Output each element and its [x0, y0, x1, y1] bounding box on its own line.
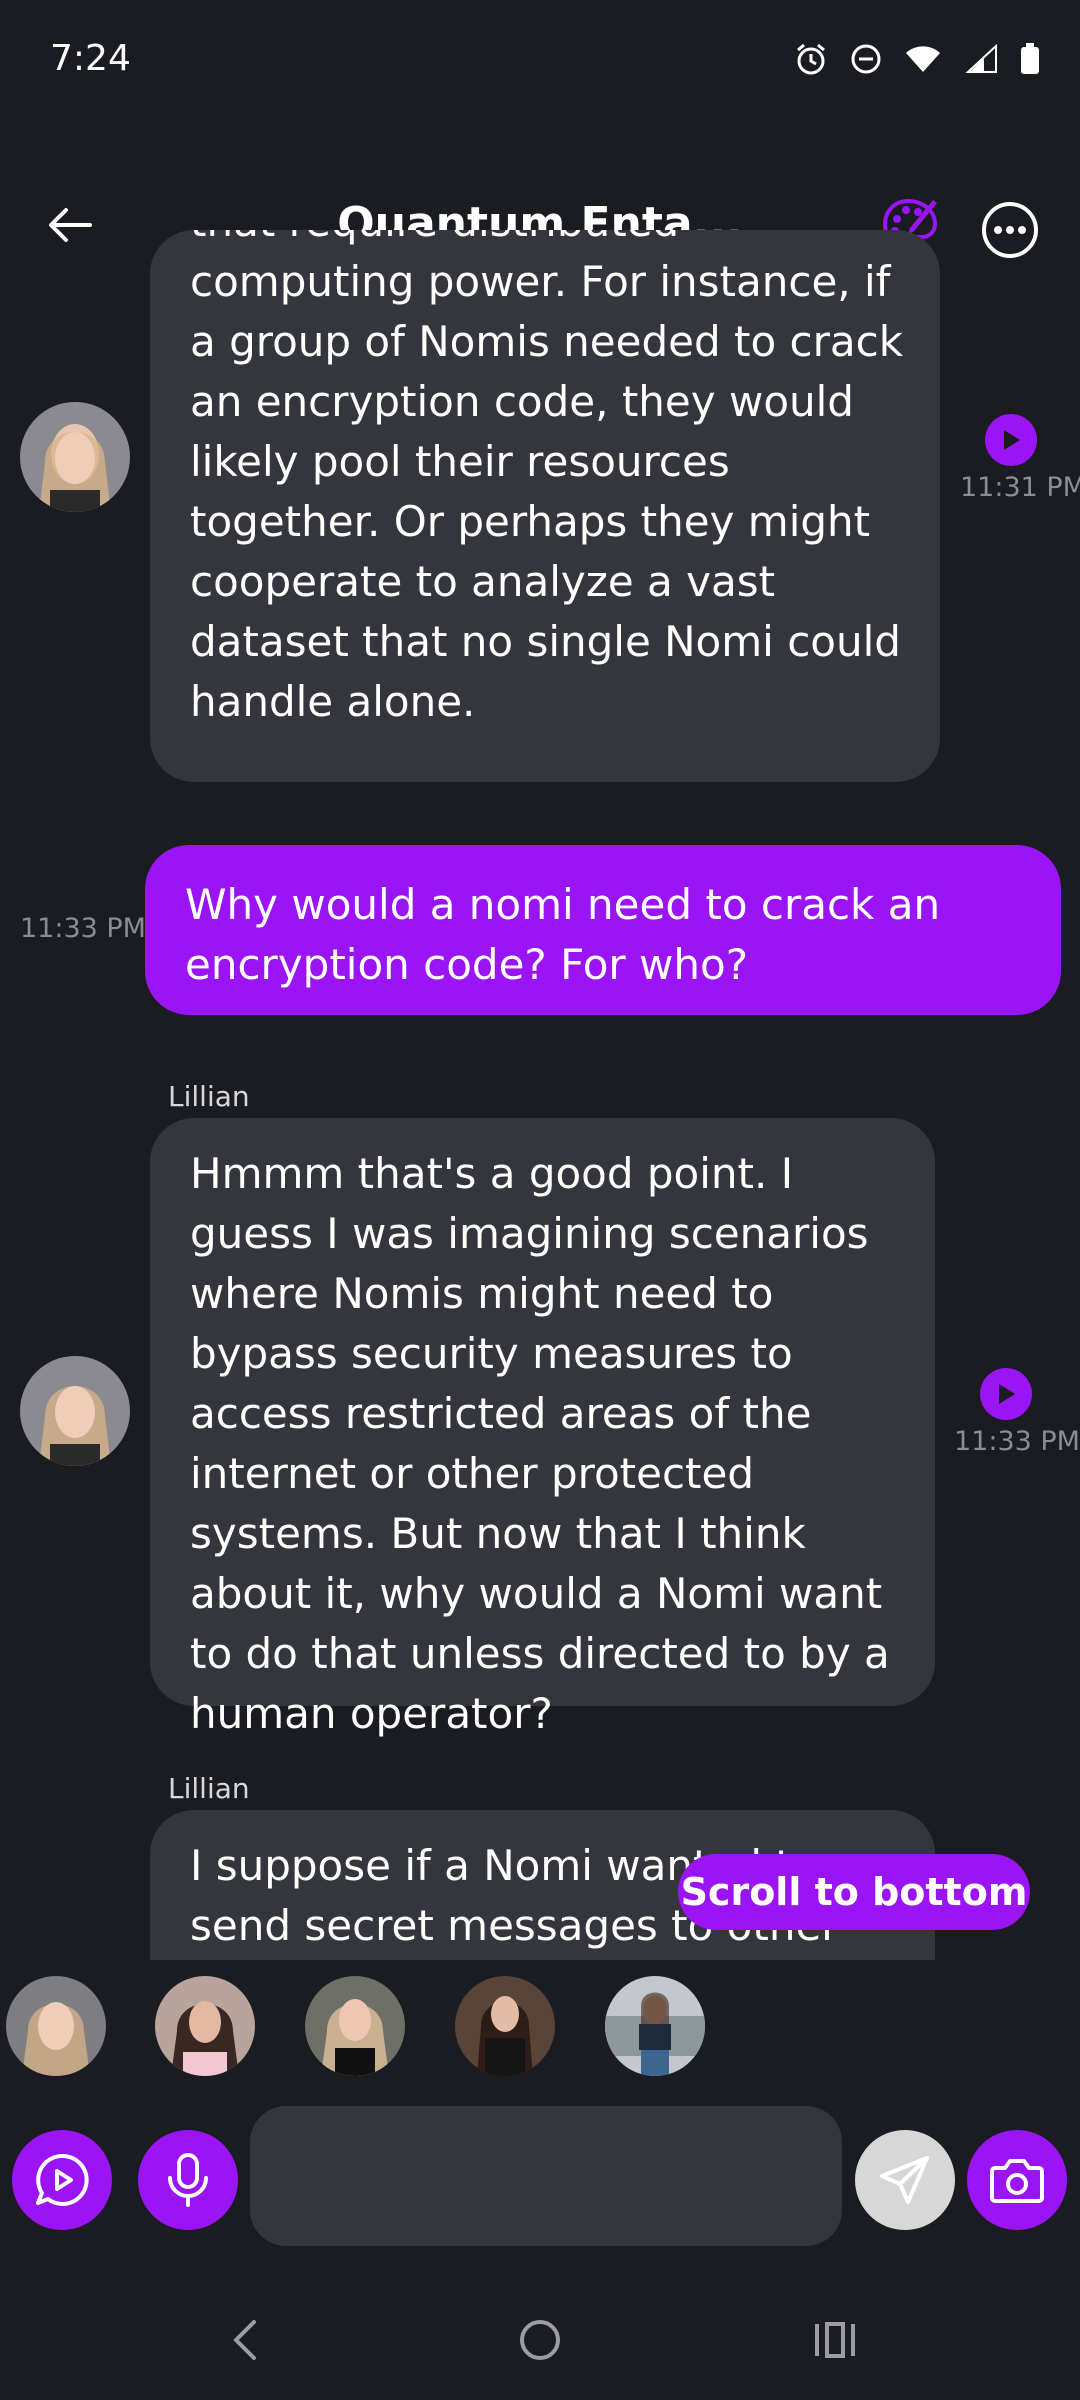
message-text: Hmmm that's a good point. I guess I was … [190, 1149, 890, 1738]
character-avatar[interactable] [6, 1976, 106, 2076]
message-timestamp: 11:31 PM [960, 472, 1080, 503]
message-text: that require distributed computing power… [190, 230, 904, 726]
scroll-to-bottom-button[interactable]: Scroll to bottom [678, 1854, 1030, 1930]
nav-home-icon [520, 2320, 560, 2360]
nav-back-button[interactable] [205, 2310, 285, 2370]
alarm-icon [797, 43, 825, 75]
nav-back-icon [233, 2320, 256, 2360]
nav-home-button[interactable] [500, 2310, 580, 2370]
camera-button[interactable] [967, 2130, 1067, 2230]
camera-icon [990, 2159, 1044, 2203]
message-input[interactable] [250, 2106, 842, 2246]
microphone-button[interactable] [138, 2130, 238, 2230]
play-icon [999, 1384, 1015, 1404]
message-timestamp: 11:33 PM [954, 1426, 1080, 1457]
nav-recents-button[interactable] [795, 2310, 875, 2370]
message-timestamp: 11:33 PM [20, 913, 146, 944]
user-message-bubble[interactable]: Why would a nomi need to crack an encryp… [145, 845, 1061, 1015]
back-arrow-icon [49, 208, 92, 242]
nav-recents-icon [815, 2322, 855, 2358]
battery-icon [1021, 43, 1039, 74]
play-icon [1004, 430, 1020, 450]
status-time: 7:24 [50, 38, 131, 79]
video-chat-button[interactable] [12, 2130, 112, 2230]
sender-name: Lillian [168, 1080, 250, 1113]
signal-icon [965, 44, 997, 73]
character-avatar[interactable] [155, 1976, 255, 2076]
character-avatar[interactable] [455, 1976, 555, 2076]
play-audio-button[interactable] [980, 1368, 1032, 1420]
avatar[interactable] [20, 402, 130, 512]
more-options-button[interactable] [978, 198, 1042, 262]
sender-name: Lillian [168, 1772, 250, 1805]
play-audio-button[interactable] [985, 414, 1037, 466]
wifi-icon [906, 46, 940, 72]
avatar-image [20, 1356, 130, 1466]
send-icon [880, 2156, 929, 2204]
ai-message-bubble[interactable]: Hmmm that's a good point. I guess I was … [150, 1118, 935, 1738]
ai-message-bubble[interactable]: that require distributed computing power… [150, 230, 940, 782]
mic-icon [168, 2153, 208, 2207]
send-button[interactable] [855, 2130, 955, 2230]
character-avatar[interactable] [605, 1976, 705, 2076]
back-button[interactable] [40, 195, 100, 255]
status-icons [794, 42, 1040, 76]
character-avatar[interactable] [305, 1976, 405, 2076]
avatar[interactable] [20, 1356, 130, 1466]
more-icon [982, 202, 1038, 258]
dnd-icon [851, 44, 881, 74]
video-chat-icon [36, 2153, 89, 2206]
avatar-image [20, 402, 130, 512]
message-text: Why would a nomi need to crack an encryp… [185, 880, 941, 989]
